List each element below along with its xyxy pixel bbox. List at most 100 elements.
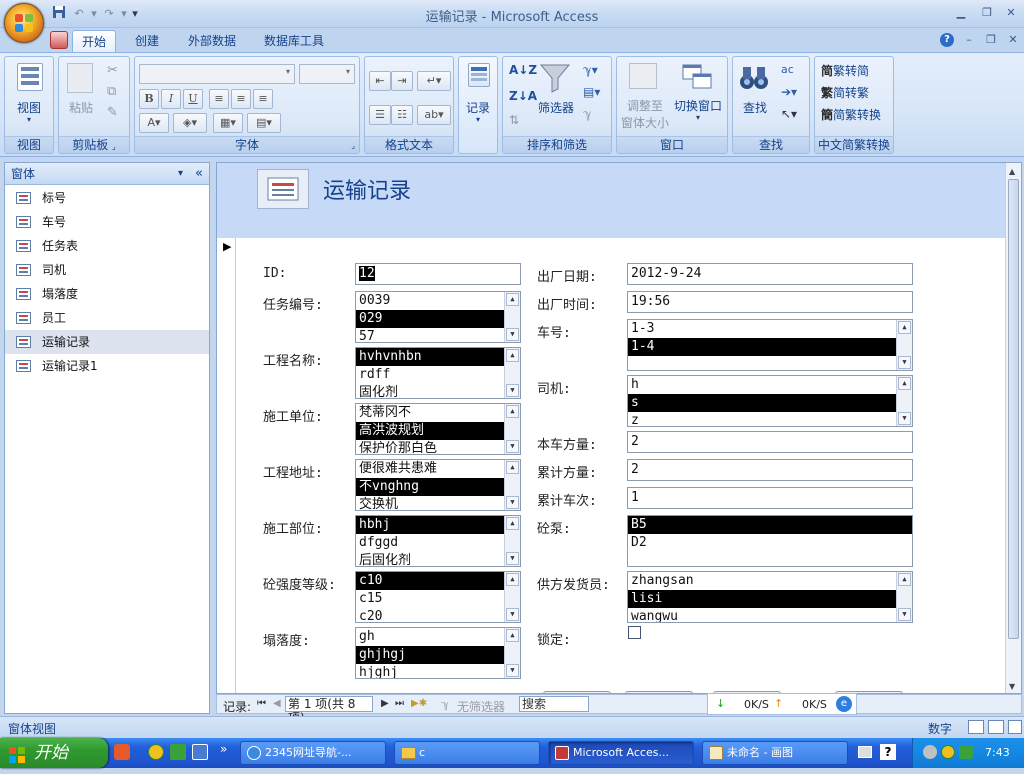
tab-database-tools[interactable]: 数据库工具 (255, 30, 333, 52)
scroll-down-icon[interactable]: ▼ (506, 496, 519, 509)
pump-listbox[interactable]: B5 D2 (627, 515, 913, 567)
increase-indent-icon[interactable]: ⇥ (391, 71, 413, 91)
driver-listbox[interactable]: h s z ▲ ▼ (627, 375, 913, 427)
decrease-indent-icon[interactable]: ⇤ (369, 71, 391, 91)
replace-icon[interactable]: ac (781, 63, 794, 76)
view-button[interactable]: 视图 (5, 99, 53, 116)
list-option[interactable]: hjghj (356, 664, 520, 678)
bullets-icon[interactable]: ☰ (369, 105, 391, 125)
scroll-down-icon[interactable]: ▼ (898, 608, 911, 621)
office-button[interactable] (4, 3, 44, 43)
scroll-down-icon[interactable]: ▼ (898, 412, 911, 425)
restore-icon[interactable]: ❐ (978, 6, 996, 20)
nav-item-chehao[interactable]: 车号 (5, 210, 209, 234)
scroll-up-icon[interactable]: ▲ (506, 293, 519, 306)
find-button[interactable]: 查找 (733, 99, 777, 116)
list-option[interactable]: 后固化剂 (356, 552, 520, 566)
undo-dropdown-icon[interactable]: ▾ (90, 5, 98, 23)
list-option[interactable]: rdff (356, 366, 520, 384)
list-option[interactable]: c15 (356, 590, 520, 608)
construction-part-listbox[interactable]: hbhj dfggd 后固化剂 ▲ ▼ (355, 515, 521, 567)
quicklaunch-4-icon[interactable] (192, 744, 208, 760)
next-record-icon[interactable]: ▶ (381, 698, 389, 709)
strength-grade-listbox[interactable]: c10 c15 c20 ▲ ▼ (355, 571, 521, 623)
list-option[interactable]: c20 (356, 608, 520, 622)
list-option[interactable]: ghjhgj (356, 646, 520, 664)
new-record-icon[interactable]: ▶✱ (411, 698, 427, 709)
design-view-icon[interactable] (1008, 720, 1022, 734)
underline-button[interactable]: U (183, 89, 203, 109)
search-input[interactable]: 搜索 (519, 696, 589, 712)
cut-icon[interactable]: ✂ (107, 63, 118, 78)
nav-item-yunshujilu[interactable]: 运输记录 (5, 330, 209, 354)
list-scrollbar[interactable]: ▲ ▼ (504, 628, 520, 678)
record-selector[interactable]: ▶ (217, 238, 236, 693)
list-option[interactable]: h (628, 376, 912, 394)
list-option[interactable]: gh (356, 628, 520, 646)
ie-icon[interactable]: e (836, 696, 852, 712)
list-option[interactable]: zhangsan (628, 572, 912, 590)
nav-item-taluodu[interactable]: 塌落度 (5, 282, 209, 306)
toggle-filter-icon[interactable]: ℽ (583, 107, 592, 121)
quicklaunch-expand-icon[interactable]: » (220, 742, 227, 756)
scroll-down-icon[interactable]: ▼ (506, 384, 519, 397)
construction-unit-listbox[interactable]: 梵蒂冈不 高洪波规划 保护价那白色 ▲ ▼ (355, 403, 521, 455)
list-scrollbar[interactable]: ▲ ▼ (504, 404, 520, 454)
fit-window-label-2[interactable]: 窗体大小 (619, 114, 671, 131)
list-scrollbar[interactable]: ▲ ▼ (896, 376, 912, 426)
scroll-up-icon[interactable]: ▲ (1009, 167, 1015, 176)
advanced-filter-icon[interactable]: ▤▾ (583, 85, 600, 99)
list-scrollbar[interactable]: ▲ ▼ (504, 460, 520, 510)
total-volume-field[interactable]: 2 (627, 459, 913, 481)
simp-to-trad-button[interactable]: 繁简转繁 (821, 84, 893, 101)
car-no-listbox[interactable]: 1-3 1-4 ▲ ▼ (627, 319, 913, 371)
switch-window-button[interactable]: 切换窗口 (669, 97, 727, 114)
list-option[interactable]: s (628, 394, 912, 412)
quicklaunch-1-icon[interactable] (114, 744, 130, 760)
task-paint[interactable]: 未命名 - 画图 (702, 741, 848, 765)
list-option[interactable]: dfggd (356, 534, 520, 552)
total-trips-field[interactable]: 1 (627, 487, 913, 509)
scroll-up-icon[interactable]: ▲ (898, 377, 911, 390)
scroll-down-icon[interactable]: ▼ (1009, 682, 1015, 691)
nav-collapse-icon[interactable]: « (195, 163, 203, 185)
task-browser[interactable]: 2345网址导航-... (240, 741, 386, 765)
dialog-launcher-icon[interactable]: ⌟ (112, 142, 116, 151)
tray-1-icon[interactable] (923, 745, 937, 759)
select-icon[interactable]: ↖▾ (781, 107, 797, 121)
nav-header[interactable]: 窗体 ▾ « (5, 163, 209, 185)
scroll-up-icon[interactable]: ▲ (898, 321, 911, 334)
quicklaunch-2-icon[interactable] (148, 744, 164, 760)
highlight-icon[interactable]: ab▾ (417, 105, 451, 125)
quicklaunch-3-icon[interactable] (170, 744, 186, 760)
paste-button[interactable]: 粘贴 (63, 99, 99, 116)
keyboard-icon[interactable] (858, 746, 872, 758)
scroll-down-icon[interactable]: ▼ (898, 356, 911, 369)
doc-minimize-icon[interactable]: – (960, 33, 978, 47)
scroll-up-icon[interactable]: ▲ (506, 461, 519, 474)
ltr-icon[interactable]: ↵▾ (417, 71, 451, 91)
list-option[interactable]: hvhvnhbn (356, 348, 520, 366)
goto-icon[interactable]: ➔▾ (781, 85, 797, 99)
list-option[interactable]: B5 (628, 516, 912, 534)
tray-2-icon[interactable] (941, 745, 955, 759)
task-no-listbox[interactable]: 0039 029 57 ▲ ▼ (355, 291, 521, 343)
font-name-select[interactable]: ▾ (139, 64, 295, 84)
task-folder[interactable]: c (394, 741, 540, 765)
simp-trad-convert-button[interactable]: 簡简繁转换 (821, 106, 893, 123)
gridlines-icon[interactable]: ▦▾ (213, 113, 243, 133)
undo-icon[interactable]: ↶ (70, 5, 88, 23)
shipper-listbox[interactable]: zhangsan lisi wangwu ▲ ▼ (627, 571, 913, 623)
list-scrollbar[interactable]: ▲ ▼ (504, 348, 520, 398)
form-vertical-scrollbar[interactable]: ▲ ▼ (1005, 163, 1021, 693)
scroll-up-icon[interactable]: ▲ (506, 629, 519, 642)
font-color-icon[interactable]: A▾ (139, 113, 169, 133)
access-app-icon[interactable] (50, 31, 68, 49)
nav-item-biaohao[interactable]: 标号 (5, 186, 209, 210)
scroll-down-icon[interactable]: ▼ (506, 552, 519, 565)
scroll-down-icon[interactable]: ▼ (506, 328, 519, 341)
doc-close-icon[interactable]: ✕ (1004, 33, 1022, 47)
list-option[interactable]: lisi (628, 590, 912, 608)
align-left-icon[interactable]: ≡ (209, 89, 229, 109)
font-dialog-launcher-icon[interactable]: ⌟ (351, 137, 355, 154)
